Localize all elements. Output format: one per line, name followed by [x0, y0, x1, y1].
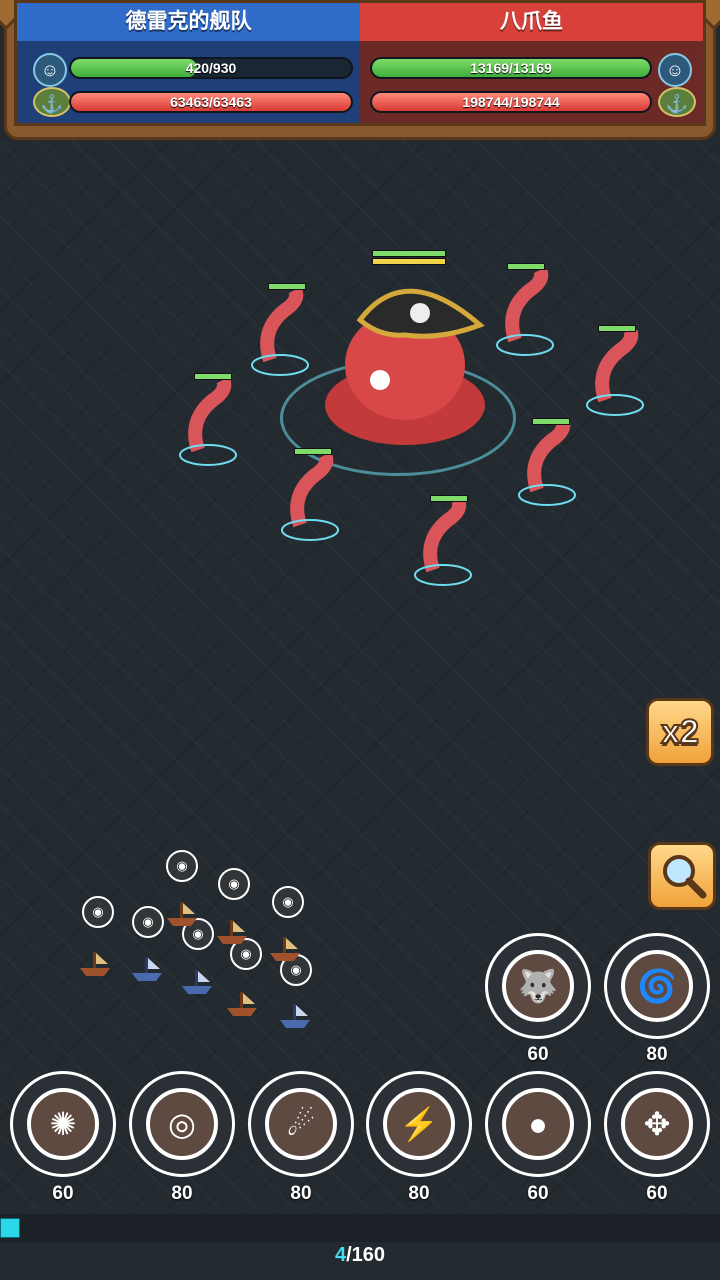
tentacle-7-hp: [430, 495, 468, 502]
tornado-icon: 🌀: [621, 950, 693, 1022]
tentacle-2[interactable]: [495, 270, 555, 360]
player-ship-bar: 63463/63463: [69, 91, 353, 113]
tentacle-3-hp: [598, 325, 636, 332]
octopus-boss[interactable]: [300, 265, 510, 465]
skill-button-tornado[interactable]: 🌀: [604, 933, 710, 1039]
wave-current: 4: [334, 1244, 347, 1266]
enemy-ship-bar: 198744/198744: [370, 91, 652, 113]
enemy-ship-icon: ⚓: [658, 87, 696, 117]
skull-icon: [410, 303, 430, 323]
tentacle-5[interactable]: [517, 420, 577, 510]
fireball-icon: ☄: [265, 1088, 337, 1160]
player-ship[interactable]: [180, 968, 214, 994]
skill-button-vortex[interactable]: ◎: [129, 1071, 235, 1177]
player-ship[interactable]: [215, 918, 249, 944]
skill-button-cannonball[interactable]: ●: [485, 1071, 591, 1177]
enemy-crew-icon: ☺: [658, 53, 692, 87]
boss-ship-bar: [372, 258, 446, 265]
ship-icon: ⚓: [33, 87, 71, 117]
skill-button-target[interactable]: ✥: [604, 1071, 710, 1177]
wave-counter: 4/160: [0, 1244, 720, 1267]
tentacle-3[interactable]: [585, 330, 645, 420]
player-panel: 德雷克的舰队 ☺ 420/930 ⚓ 63463/63463: [14, 0, 360, 126]
speed-x2-button[interactable]: x2: [646, 698, 714, 766]
skill-cost: 80: [171, 1183, 193, 1204]
speed-label: x2: [660, 712, 700, 752]
boss-crew-bar: [372, 250, 446, 257]
skill-cost: 80: [290, 1183, 312, 1204]
tentacle-1[interactable]: [250, 290, 310, 380]
wave-progress-track: [0, 1214, 720, 1242]
target-icon: ✥: [621, 1088, 693, 1160]
enemy-crew-bar: 13169/13169: [370, 57, 652, 79]
wave-total: /160: [346, 1244, 386, 1266]
player-ship-hp: 63463/63463: [170, 94, 252, 110]
player-ship[interactable]: [278, 1002, 312, 1028]
player-ship[interactable]: [165, 900, 199, 926]
player-ship[interactable]: [225, 990, 259, 1016]
tentacle-1-hp: [268, 283, 306, 290]
magnifier-icon: [663, 855, 707, 899]
player-ship[interactable]: [78, 950, 112, 976]
player-fleet-name: 德雷克的舰队: [17, 3, 360, 41]
enemy-panel: 八爪鱼 13169/13169 ☺ 198744/198744 ⚓: [360, 0, 706, 126]
tentacle-4-hp: [194, 373, 232, 380]
ship-skill-badge: ◉: [82, 896, 114, 928]
tentacle-6[interactable]: [280, 455, 340, 545]
wave-progress-fill: [0, 1218, 20, 1238]
tentacle-6-hp: [294, 448, 332, 455]
skill-button-lightning[interactable]: ⚡: [366, 1071, 472, 1177]
skill-cost: 80: [646, 1044, 668, 1065]
ship-skill-badge: ◉: [272, 886, 304, 918]
skill-cost: 60: [527, 1044, 549, 1065]
enemy-ship-hp: 198744/198744: [462, 94, 560, 110]
tentacle-5-hp: [532, 418, 570, 425]
octopus-eye: [370, 370, 390, 390]
skill-button-wolf[interactable]: 🐺: [485, 933, 591, 1039]
tentacle-4[interactable]: [178, 380, 238, 470]
enemy-crew-hp: 13169/13169: [470, 60, 552, 76]
skill-button-fireball[interactable]: ☄: [248, 1071, 354, 1177]
player-ship[interactable]: [268, 935, 302, 961]
ship-skill-badge: ◉: [218, 868, 250, 900]
crew-icon: ☺: [33, 53, 67, 87]
battle-hud: 德雷克的舰队 ☺ 420/930 ⚓ 63463/63463 八爪鱼 13169…: [0, 0, 720, 150]
ship-skill-badge: ◉: [132, 906, 164, 938]
tentacle-2-hp: [507, 263, 545, 270]
skill-cost: 60: [646, 1183, 668, 1204]
wolf-head-icon: 🐺: [502, 950, 574, 1022]
ship-skill-badge: ◉: [166, 850, 198, 882]
player-crew-bar: 420/930: [69, 57, 353, 79]
lightning-orb-icon: ⚡: [383, 1088, 455, 1160]
player-ship[interactable]: [130, 955, 164, 981]
tentacle-7[interactable]: [413, 500, 473, 590]
skill-button-splash[interactable]: ✺: [10, 1071, 116, 1177]
cannonball-icon: ●: [502, 1088, 574, 1160]
player-crew-hp: 420/930: [185, 60, 237, 76]
skill-cost: 60: [527, 1183, 549, 1204]
zoom-button[interactable]: [648, 842, 716, 910]
skill-cost: 80: [408, 1183, 430, 1204]
splash-icon: ✺: [27, 1088, 99, 1160]
vortex-icon: ◎: [146, 1088, 218, 1160]
skill-cost: 60: [52, 1183, 74, 1204]
enemy-name: 八爪鱼: [360, 3, 703, 41]
